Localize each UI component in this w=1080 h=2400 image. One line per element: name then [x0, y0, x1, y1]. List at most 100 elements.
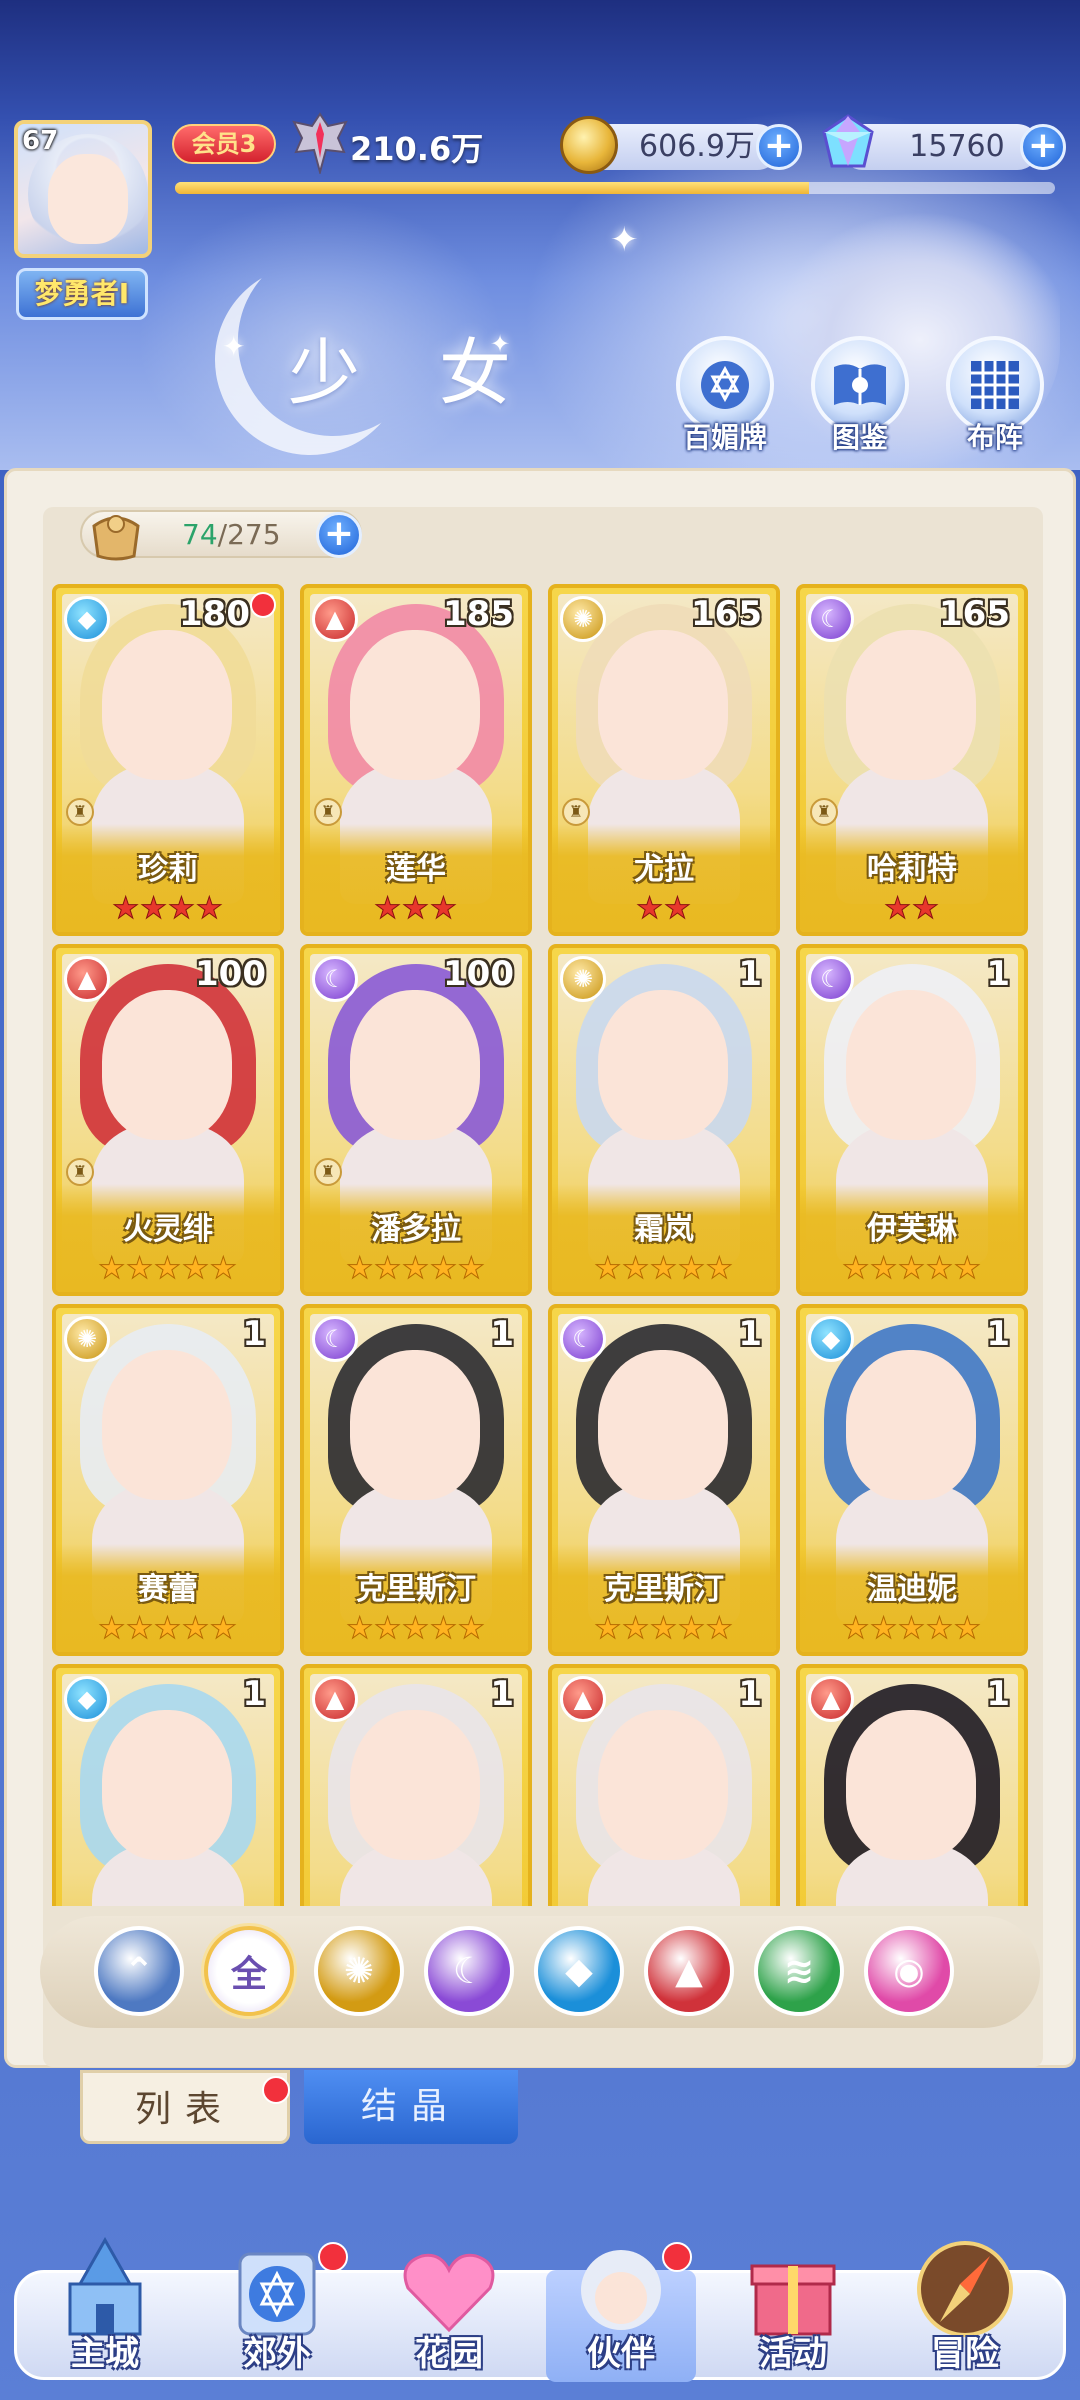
card-level: 180: [179, 594, 250, 634]
star-icon: ★: [457, 1251, 486, 1286]
card-level: 165: [691, 594, 762, 634]
portrait-face: [102, 1710, 232, 1860]
dark-element-icon: ☾: [560, 1316, 606, 1362]
card-name: 温迪妮: [867, 1572, 957, 1607]
player-avatar[interactable]: 67: [14, 120, 152, 258]
star-icon: ★: [622, 1251, 651, 1286]
star-icon: ★: [429, 1251, 458, 1286]
notification-dot: [662, 2242, 692, 2272]
light-element-icon: ✺: [560, 596, 606, 642]
nav-castle[interactable]: 主城: [20, 2226, 190, 2396]
capacity-current: 74: [182, 518, 218, 551]
companion-card[interactable]: ☾ 165 ♜ 哈莉特 ★★: [796, 584, 1028, 936]
portrait-face: [846, 1710, 976, 1860]
water-element-icon: ◆: [808, 1316, 854, 1362]
star-rating: ★★★★★: [56, 1611, 280, 1646]
portrait-face: [598, 990, 728, 1140]
water-drop-icon: ◆: [565, 1950, 593, 1992]
star-icon: ★: [429, 1611, 458, 1646]
card-deck-button[interactable]: 百媚牌: [670, 336, 780, 456]
card-level: 1: [490, 1314, 514, 1354]
card-level: 1: [242, 1314, 266, 1354]
portrait-face: [102, 630, 232, 780]
star-rating: ★★★★★: [800, 1251, 1024, 1286]
companion-card[interactable]: ▲ 1: [796, 1664, 1028, 1906]
role-badge-icon: ♜: [810, 798, 838, 826]
orb-icon: ◉: [893, 1950, 925, 1992]
tab-crystal[interactable]: 结晶: [304, 2070, 518, 2144]
sun-icon: ✺: [343, 1950, 375, 1992]
filter-wind[interactable]: ≋: [754, 1926, 844, 2016]
nav-magic-circle[interactable]: 郊外: [192, 2226, 362, 2396]
companion-card[interactable]: ▲ 185 ♜ 莲华 ★★★: [300, 584, 532, 936]
nav-companion-avatar[interactable]: 伙伴: [536, 2226, 706, 2396]
star-rating: ★★★★★: [552, 1251, 776, 1286]
gold-coin-icon: [560, 116, 618, 174]
card-level: 100: [195, 954, 266, 994]
star-icon: ★: [195, 891, 224, 926]
star-icon: ★: [953, 1611, 982, 1646]
companion-card[interactable]: ✺ 1 赛蕾 ★★★★★: [52, 1304, 284, 1656]
companion-card[interactable]: ◆ 1: [52, 1664, 284, 1906]
filter-water[interactable]: ◆: [534, 1926, 624, 2016]
card-level: 100: [443, 954, 514, 994]
nav-gift-box[interactable]: 活动: [708, 2226, 878, 2396]
expand-capacity-button[interactable]: +: [316, 512, 362, 558]
add-gold-button[interactable]: +: [756, 124, 802, 170]
dark-element-icon: ☾: [312, 956, 358, 1002]
nav-sword-compass[interactable]: 冒险: [880, 2226, 1050, 2396]
companion-card[interactable]: ▲ 100 ♜ 火灵绯 ★★★★★: [52, 944, 284, 1296]
star-icon: ★: [705, 1611, 734, 1646]
star-icon: ★: [154, 1611, 182, 1646]
portrait-face: [598, 1710, 728, 1860]
fire-element-icon: ▲: [312, 1676, 358, 1722]
nav-heart[interactable]: 花园: [364, 2226, 534, 2396]
role-badge-icon: ♜: [66, 1158, 94, 1186]
fire-icon: ▲: [675, 1950, 703, 1992]
portrait-face: [846, 990, 976, 1140]
filter-dark[interactable]: ☾: [424, 1926, 514, 2016]
companion-card[interactable]: ☾ 1 克里斯汀 ★★★★★: [300, 1304, 532, 1656]
star-icon: ★: [677, 1611, 706, 1646]
companion-card[interactable]: ▲ 1: [548, 1664, 780, 1906]
moon-icon: ☾: [452, 1950, 486, 1992]
star-icon: ★: [181, 1251, 210, 1286]
hero-banner: ✦ ✦ ✦: [0, 0, 1080, 470]
card-name: 哈莉特: [867, 852, 957, 887]
companion-card[interactable]: ◆ 1 温迪妮 ★★★★★: [796, 1304, 1028, 1656]
notification-dot: [250, 592, 276, 618]
filter-chaos[interactable]: ◉: [864, 1926, 954, 2016]
tab-list[interactable]: 列表: [80, 2070, 290, 2144]
companion-card[interactable]: ▲ 1: [300, 1664, 532, 1906]
star-icon: ★: [953, 1251, 982, 1286]
star-icon: ★: [870, 1251, 899, 1286]
companion-card[interactable]: ◆ 180 ♜ 珍莉 ★★★★: [52, 584, 284, 936]
encyclopedia-label: 图鉴: [831, 421, 888, 454]
star-rating: ★★★★★: [800, 1611, 1024, 1646]
companion-card[interactable]: ✺ 1 霜岚 ★★★★★: [548, 944, 780, 1296]
star-icon: ★: [98, 1251, 127, 1286]
companion-card[interactable]: ☾ 100 ♜ 潘多拉 ★★★★★: [300, 944, 532, 1296]
portrait-face: [350, 1710, 480, 1860]
filter-all[interactable]: 全: [204, 1926, 294, 2016]
formation-button[interactable]: 布阵: [940, 336, 1050, 456]
star-rating: ★★★★★: [304, 1251, 528, 1286]
filter-light[interactable]: ✺: [314, 1926, 404, 2016]
companion-card-grid[interactable]: ◆ 180 ♜ 珍莉 ★★★★ ▲ 185 ♜ 莲华 ★★★ ✺ 165 ♜ 尤拉 ★★ ☾ 165 ♜ 哈莉特 ★★…: [52, 584, 1028, 1906]
light-element-icon: ✺: [64, 1316, 110, 1362]
card-name: 潘多拉: [371, 1212, 461, 1247]
gold-amount: 606.9万: [639, 129, 755, 164]
card-name: 莲华: [386, 852, 446, 887]
water-element-icon: ◆: [64, 1676, 110, 1722]
add-gem-button[interactable]: +: [1020, 124, 1066, 170]
star-icon: ★: [912, 891, 940, 926]
vip-badge[interactable]: 会员3: [172, 124, 276, 164]
encyclopedia-button[interactable]: 图鉴: [805, 336, 915, 456]
card-level: 1: [986, 1674, 1010, 1714]
companion-card[interactable]: ☾ 1 伊芙琳 ★★★★★: [796, 944, 1028, 1296]
companion-card[interactable]: ✺ 165 ♜ 尤拉 ★★: [548, 584, 780, 936]
nav-label: 伙伴: [587, 2334, 655, 2374]
filter-class[interactable]: ⌃: [94, 1926, 184, 2016]
filter-fire[interactable]: ▲: [644, 1926, 734, 2016]
companion-card[interactable]: ☾ 1 克里斯汀 ★★★★★: [548, 1304, 780, 1656]
